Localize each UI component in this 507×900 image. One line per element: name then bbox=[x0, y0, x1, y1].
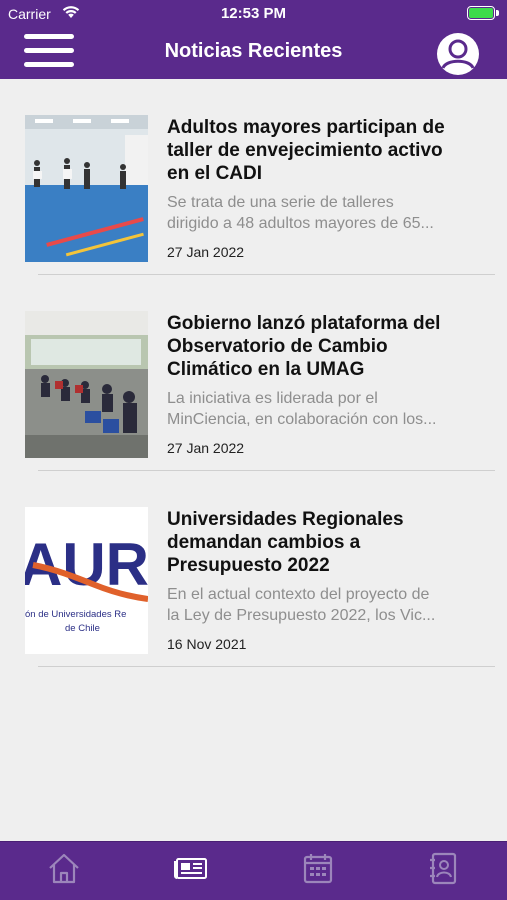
news-date: 27 Jan 2022 bbox=[167, 440, 245, 456]
news-summary: La iniciativa es liderada por el MinCien… bbox=[167, 390, 437, 428]
clock: 12:53 PM bbox=[220, 5, 287, 22]
news-title: Adultos mayores participan de taller de … bbox=[167, 117, 445, 184]
news-title: Gobierno lanzó plataforma del Observator… bbox=[167, 313, 441, 380]
top-bar: Carrier 12:53 PM Noticias Recientes bbox=[0, 0, 507, 79]
news-summary: Se trata de una serie de talleres dirigi… bbox=[167, 194, 434, 232]
news-item[interactable]: Gobierno lanzó plataforma del Observator… bbox=[0, 275, 507, 471]
news-list: Adultos mayores participan de taller de … bbox=[0, 79, 507, 667]
news-date: 27 Jan 2022 bbox=[167, 244, 245, 260]
news-summary: En el actual contexto del proyecto de la… bbox=[167, 586, 436, 624]
news-date: 16 Nov 2021 bbox=[167, 636, 247, 652]
news-thumbnail-conference-room bbox=[25, 311, 148, 458]
divider bbox=[38, 666, 495, 667]
battery-icon bbox=[467, 6, 499, 20]
calendar-icon[interactable] bbox=[298, 848, 338, 888]
news-thumbnail-aur-logo: AUR ón de Universidades Re de Chile bbox=[25, 507, 148, 654]
tab-bar bbox=[0, 841, 507, 900]
user-profile-icon[interactable] bbox=[436, 32, 480, 76]
svg-text:de Chile: de Chile bbox=[65, 623, 100, 634]
home-icon[interactable] bbox=[44, 848, 84, 888]
svg-text:ón de Universidades Re: ón de Universidades Re bbox=[25, 609, 126, 620]
contact-book-icon[interactable] bbox=[423, 848, 463, 888]
status-bar: Carrier 12:53 PM bbox=[0, 0, 507, 28]
news-item[interactable]: Adultos mayores participan de taller de … bbox=[0, 79, 507, 275]
news-item[interactable]: AUR ón de Universidades Re de Chile Univ… bbox=[0, 471, 507, 667]
news-title: Universidades Regionales demandan cambio… bbox=[167, 509, 404, 576]
page-title: Noticias Recientes bbox=[164, 40, 343, 62]
newspaper-icon[interactable] bbox=[171, 848, 211, 888]
news-thumbnail-exercise-class bbox=[25, 115, 148, 262]
